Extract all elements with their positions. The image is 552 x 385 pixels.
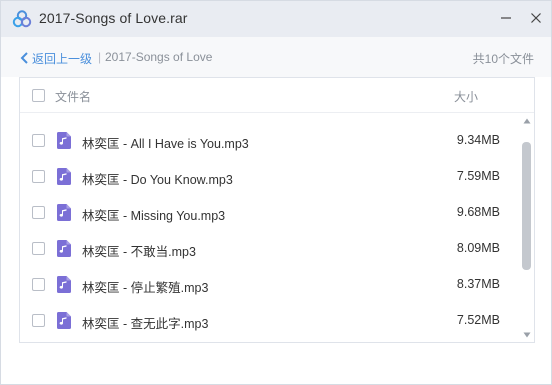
file-row[interactable]: 林奕匡 - 查无此字.mp3 7.52MB [20,303,520,339]
file-row[interactable]: 林奕匡 - Missing You.mp3 9.68MB [20,195,520,231]
file-list-panel: 文件名 大小 林奕匡 - All I Have is You.mp3 9.34M… [19,77,535,343]
scrollbar-thumb[interactable] [522,142,531,270]
file-size: 7.52MB [456,313,500,327]
minimize-icon [501,17,511,19]
file-name: 林奕匡 - Do You Know.mp3 [82,173,233,187]
music-file-icon [57,168,71,185]
file-size: 8.09MB [456,241,500,255]
music-file-icon [57,204,71,221]
row-checkbox[interactable] [32,206,45,219]
file-size: 9.34MB [456,133,500,147]
chevron-left-icon[interactable] [19,52,29,64]
file-name: 林奕匡 - 停止繁殖.mp3 [82,281,209,295]
file-row[interactable]: 林奕匡 - Do You Know.mp3 7.59MB [20,159,520,195]
list-header: 文件名 大小 [20,78,534,113]
music-file-icon [57,132,71,149]
file-name: 林奕匡 - 查无此字.mp3 [82,317,209,331]
file-size: 8.37MB [456,277,500,291]
row-checkbox[interactable] [32,314,45,327]
select-all-checkbox[interactable] [32,89,45,102]
row-checkbox[interactable] [32,170,45,183]
scroll-up-arrow-icon[interactable] [523,118,531,124]
breadcrumb-bar: 返回上一级 | 2017-Songs of Love 共10个文件 [1,37,551,77]
row-checkbox[interactable] [32,242,45,255]
window-title: 2017-Songs of Love.rar [39,10,188,26]
column-header-size[interactable]: 大小 [454,88,478,105]
back-button[interactable]: 返回上一级 [32,50,92,67]
file-name: 林奕匡 - All I Have is You.mp3 [82,137,249,151]
file-name: 林奕匡 - Missing You.mp3 [82,209,226,223]
music-file-icon [57,312,71,329]
row-checkbox[interactable] [32,134,45,147]
file-size: 7.59MB [456,169,500,183]
minimize-button[interactable] [493,5,519,31]
row-checkbox[interactable] [32,278,45,291]
column-header-name[interactable]: 文件名 [55,88,91,105]
file-row[interactable]: 林奕匡 - All I Have is You.mp3 9.34MB [20,123,520,159]
scroll-down-arrow-icon[interactable] [523,332,531,338]
cloud-rings-icon [12,10,32,28]
file-row[interactable]: 林奕匡 - 不敢当.mp3 8.09MB [20,231,520,267]
breadcrumb-separator: | [98,50,102,64]
archive-window: 2017-Songs of Love.rar 返回上一级 | 2017-Song… [0,0,552,385]
file-count: 共10个文件 [472,52,534,66]
file-name: 林奕匡 - 不敢当.mp3 [82,245,196,259]
breadcrumb-current-folder: 2017-Songs of Love [105,50,213,64]
music-file-icon [57,276,71,293]
close-icon [531,13,541,23]
music-file-icon [57,240,71,257]
file-size: 9.68MB [456,205,500,219]
file-row[interactable]: 林奕匡 - 停止繁殖.mp3 8.37MB [20,267,520,303]
title-bar[interactable]: 2017-Songs of Love.rar [1,1,551,37]
close-button[interactable] [523,5,549,31]
vertical-scrollbar[interactable] [520,114,534,342]
